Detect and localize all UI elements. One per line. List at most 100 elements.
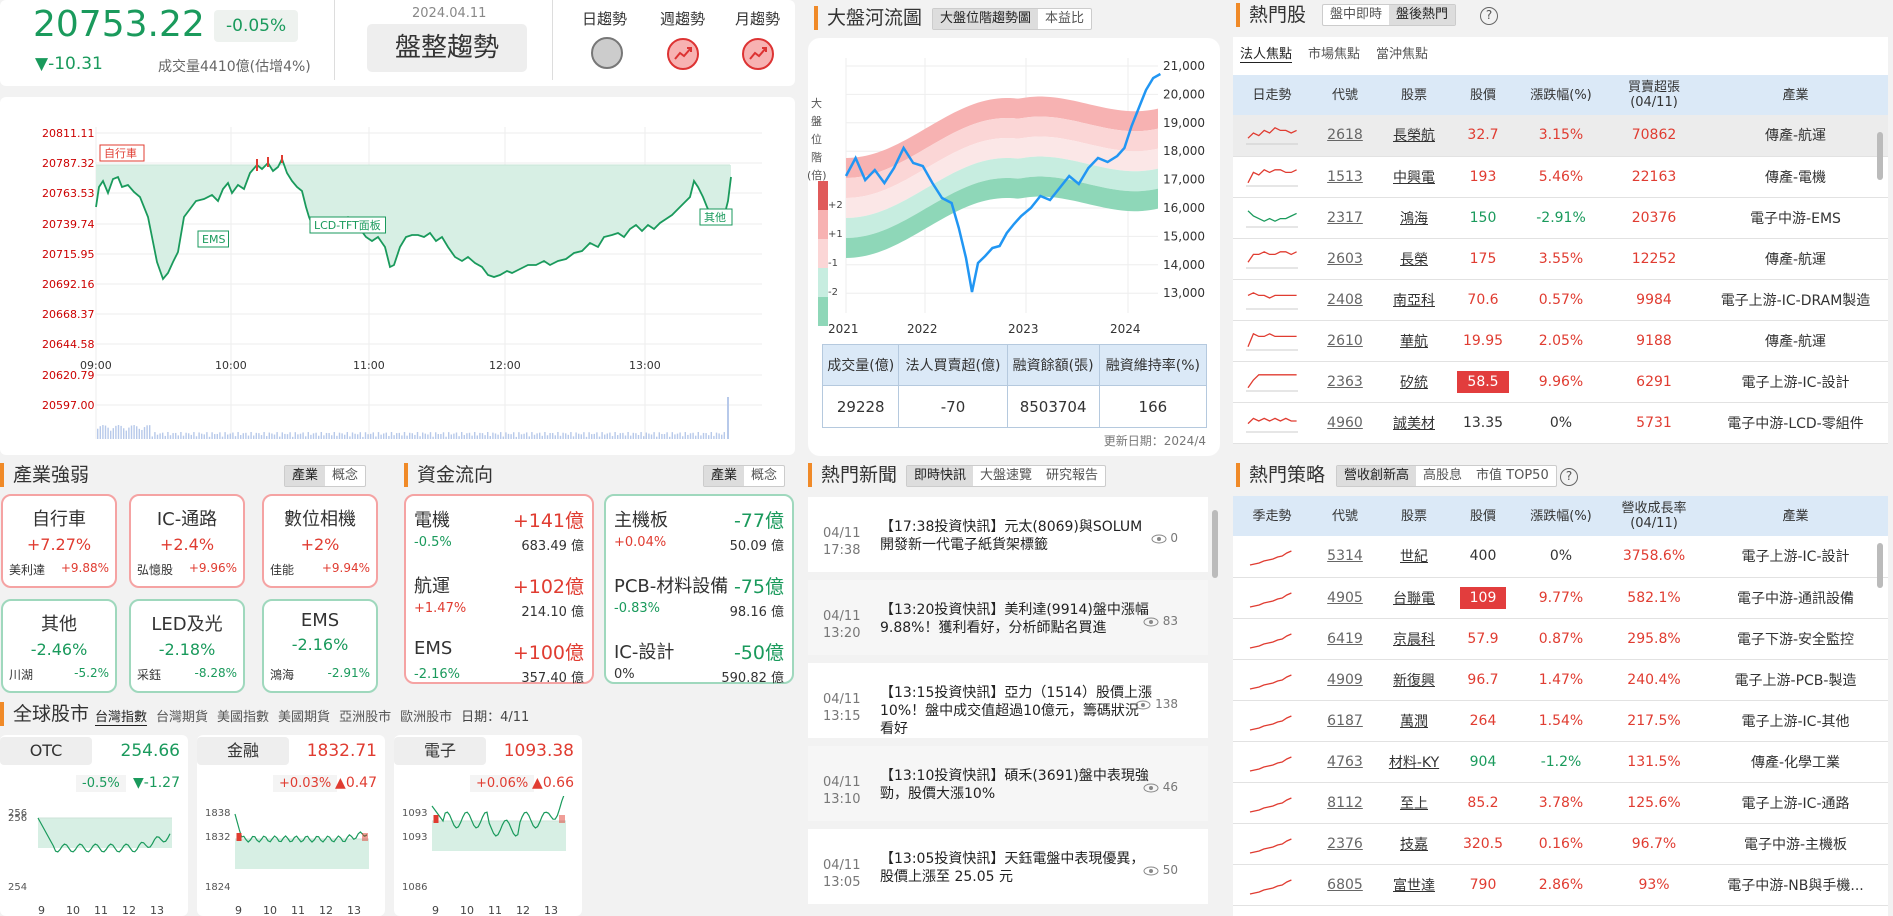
stock-code[interactable]: 6419 [1311, 618, 1379, 660]
tab-fund-concept[interactable]: 概念 [744, 466, 784, 486]
tab-fund-industry[interactable]: 產業 [704, 466, 745, 486]
stock-name[interactable]: 京晨科 [1379, 618, 1449, 660]
tab-revenue-high[interactable]: 營收創新高 [1337, 466, 1417, 486]
fund-item[interactable]: PCB-材料設備 -75億 -0.83% 98.16 億 [614, 568, 784, 632]
stock-name[interactable]: 華航 [1379, 320, 1449, 362]
tab-weekly-trend[interactable]: 週趨勢 [660, 8, 705, 29]
stock-code[interactable]: 1513 [1311, 156, 1379, 198]
table-row[interactable]: 4763 材料-KY 904 -1.2% 131.5% 傳產-化學工業 [1233, 741, 1888, 783]
help-icon[interactable]: ? [1560, 468, 1578, 486]
scrollbar[interactable] [1212, 510, 1218, 578]
stock-code[interactable]: 2618 [1311, 115, 1379, 157]
stock-name[interactable]: 長榮航 [1379, 115, 1449, 157]
tab-daily-trend[interactable]: 日趨勢 [582, 8, 627, 29]
subtab-market[interactable]: 市場焦點 [1308, 43, 1360, 62]
table-row[interactable]: 2408 南亞科 70.6 0.57% 9984 電子上游-IC-DRAM製造 [1233, 279, 1888, 321]
table-row[interactable]: 2376 技嘉 320.5 0.16% 96.7% 電子中游-主機板 [1233, 823, 1888, 865]
market-card[interactable]: 金融 1832.71 +0.03% ▲0.47 1838 1832 1824 9 10 11 12 1… [197, 735, 385, 916]
table-row[interactable]: 6805 富世達 790 2.86% 93% 電子中游-NB與手機... [1233, 864, 1888, 906]
stock-code[interactable]: 8112 [1311, 782, 1379, 824]
stock-name[interactable]: 世紀 [1379, 536, 1449, 578]
stock-name[interactable]: 鴻海 [1379, 197, 1449, 239]
tab-industry[interactable]: 產業 [285, 466, 326, 486]
stock-code[interactable]: 4909 [1311, 659, 1379, 701]
industry-box[interactable]: LED及光 -2.18% 采鈺 -8.28% [129, 599, 245, 693]
stock-code[interactable]: 2363 [1311, 361, 1379, 403]
news-headline[interactable]: 【17:38投資快訊】元太(8069)與SOLUM 開發新一代電子紙貨架標籤 [880, 518, 1152, 554]
stock-code[interactable]: 2317 [1311, 197, 1379, 239]
table-row[interactable]: 8112 至上 85.2 3.78% 125.6% 電子上游-IC-通路 [1233, 782, 1888, 824]
table-row[interactable]: 1513 中興電 193 5.46% 22163 傳產-電機 [1233, 156, 1888, 198]
tab-concept[interactable]: 概念 [325, 466, 365, 486]
stock-name[interactable]: 新復興 [1379, 659, 1449, 701]
news-headline[interactable]: 【13:10投資快訊】碩禾(3691)盤中表現強勁，股價大漲10% [880, 767, 1152, 803]
tab-asia[interactable]: 亞洲股市 [339, 706, 391, 725]
news-headline[interactable]: 【13:20投資快訊】美利達(9914)盤中漲幅9.88%！獲利看好，分析師點名… [880, 601, 1152, 637]
news-headline[interactable]: 【13:05投資快訊】天鈺電盤中表現優異，股價上漲至 25.05 元 [880, 850, 1152, 886]
scrollbar[interactable] [1877, 543, 1883, 588]
market-card[interactable]: 電子 1093.38 +0.06% ▲0.66 1093 1093 1086 9 10 11 12 1… [394, 735, 582, 916]
tab-monthly-trend[interactable]: 月趨勢 [735, 8, 780, 29]
stock-code[interactable]: 6805 [1311, 864, 1379, 906]
scrollbar[interactable] [1877, 132, 1883, 180]
tab-after-hours[interactable]: 盤後熱門 [1389, 5, 1456, 25]
table-row[interactable]: 6187 萬潤 264 1.54% 217.5% 電子上游-IC-其他 [1233, 700, 1888, 742]
table-row[interactable]: 4960 誠美材 13.35 0% 5731 電子中游-LCD-零組件 [1233, 402, 1888, 444]
table-row[interactable]: 4905 台聯電 109 9.77% 582.1% 電子中游-通訊設備 [1233, 577, 1888, 619]
news-item[interactable]: 04/11 13:20 【13:20投資快訊】美利達(9914)盤中漲幅9.88%！… [808, 580, 1208, 655]
table-row[interactable]: 2363 矽統 58.5 9.96% 6291 電子上游-IC-設計 [1233, 361, 1888, 403]
stock-code[interactable]: 2610 [1311, 320, 1379, 362]
news-item[interactable]: 04/11 13:15 【13:15投資快訊】亞力（1514）股價上漲10%！盤中成… [808, 663, 1208, 738]
stock-code[interactable]: 2376 [1311, 823, 1379, 865]
tab-market-overview[interactable]: 大盤速覽 [973, 466, 1039, 486]
table-row[interactable]: 2618 長榮航 32.7 3.15% 70862 傳產-航運 [1233, 115, 1888, 157]
stock-code[interactable]: 5314 [1311, 536, 1379, 578]
stock-name[interactable]: 中興電 [1379, 156, 1449, 198]
stock-name[interactable]: 台聯電 [1379, 577, 1449, 619]
table-row[interactable]: 5314 世紀 400 0% 3758.6% 電子上游-IC-設計 [1233, 536, 1888, 578]
tab-river-trend[interactable]: 大盤位階趨勢圖 [933, 9, 1039, 29]
stock-name[interactable]: 南亞科 [1379, 279, 1449, 321]
stock-code[interactable]: 4960 [1311, 402, 1379, 444]
table-row[interactable]: 6419 京晨科 57.9 0.87% 295.8% 電子下游-安全監控 [1233, 618, 1888, 660]
table-row[interactable]: 2317 鴻海 150 -2.91% 20376 電子中游-EMS [1233, 197, 1888, 239]
tab-river-pe[interactable]: 本益比 [1038, 9, 1091, 29]
stock-name[interactable]: 長榮 [1379, 238, 1449, 280]
fund-item[interactable]: 航運 +102億 +1.47% 214.10 億 [414, 568, 584, 632]
tab-tw-index[interactable]: 台灣指數 [95, 706, 147, 725]
tab-news-flash[interactable]: 即時快訊 [907, 466, 974, 486]
news-item[interactable]: 04/11 13:10 【13:10投資快訊】碩禾(3691)盤中表現強勁，股價大漲… [808, 746, 1208, 821]
industry-box[interactable]: EMS -2.16% 鴻海 -2.91% [262, 599, 378, 693]
industry-box[interactable]: 自行車 +7.27% 美利達 +9.88% [1, 494, 117, 588]
stock-name[interactable]: 技嘉 [1379, 823, 1449, 865]
col-header-sort[interactable]: 營收成長率 (04/11) [1605, 496, 1703, 536]
fund-item[interactable]: 電機 +141億 -0.5% 683.49 億 [414, 502, 584, 566]
stock-code[interactable]: 2603 [1311, 238, 1379, 280]
table-row[interactable]: 4909 新復興 96.7 1.47% 240.4% 電子上游-PCB-製造 [1233, 659, 1888, 701]
market-card[interactable]: OTC 254.66 -0.5% ▼-1.27 256 256 254 9 10 11 12 13 [0, 735, 188, 916]
table-row[interactable]: 2603 長榮 175 3.55% 12252 傳產-航運 [1233, 238, 1888, 280]
tab-top50[interactable]: 市值 TOP50 [1469, 466, 1556, 486]
col-header-sort[interactable]: 買賣超張 (04/11) [1605, 75, 1703, 115]
subtab-institutional[interactable]: 法人焦點 [1240, 43, 1292, 62]
industry-box[interactable]: 數位相機 +2% 佳能 +9.94% [262, 494, 378, 588]
stock-code[interactable]: 4763 [1311, 741, 1379, 783]
stock-code[interactable]: 4905 [1311, 577, 1379, 619]
fund-item[interactable]: IC-設計 -50億 0% 590.82 億 [614, 634, 784, 698]
industry-box[interactable]: 其他 -2.46% 川湖 -5.2% [1, 599, 117, 693]
help-icon[interactable]: ? [1480, 7, 1498, 25]
stock-name[interactable]: 矽統 [1379, 361, 1449, 403]
fund-item[interactable]: 主機板 -77億 +0.04% 50.09 億 [614, 502, 784, 566]
tab-tw-futures[interactable]: 台灣期貨 [156, 706, 208, 725]
tab-europe[interactable]: 歐洲股市 [400, 706, 452, 725]
industry-box[interactable]: IC-通路 +2.4% 弘憶股 +9.96% [129, 494, 245, 588]
table-row[interactable]: 2610 華航 19.95 2.05% 9188 傳產-航運 [1233, 320, 1888, 362]
stock-name[interactable]: 至上 [1379, 782, 1449, 824]
news-item[interactable]: 04/11 13:05 【13:05投資快訊】天鈺電盤中表現優異，股價上漲至 25.… [808, 829, 1208, 904]
fund-item[interactable]: EMS +100億 -2.16% 357.40 億 [414, 634, 584, 698]
tab-us-index[interactable]: 美國指數 [217, 706, 269, 725]
stock-code[interactable]: 2408 [1311, 279, 1379, 321]
stock-name[interactable]: 誠美材 [1379, 402, 1449, 444]
news-item[interactable]: 04/11 17:38 【17:38投資快訊】元太(8069)與SOLUM 開發新一… [808, 497, 1208, 572]
stock-name[interactable]: 材料-KY [1379, 741, 1449, 783]
